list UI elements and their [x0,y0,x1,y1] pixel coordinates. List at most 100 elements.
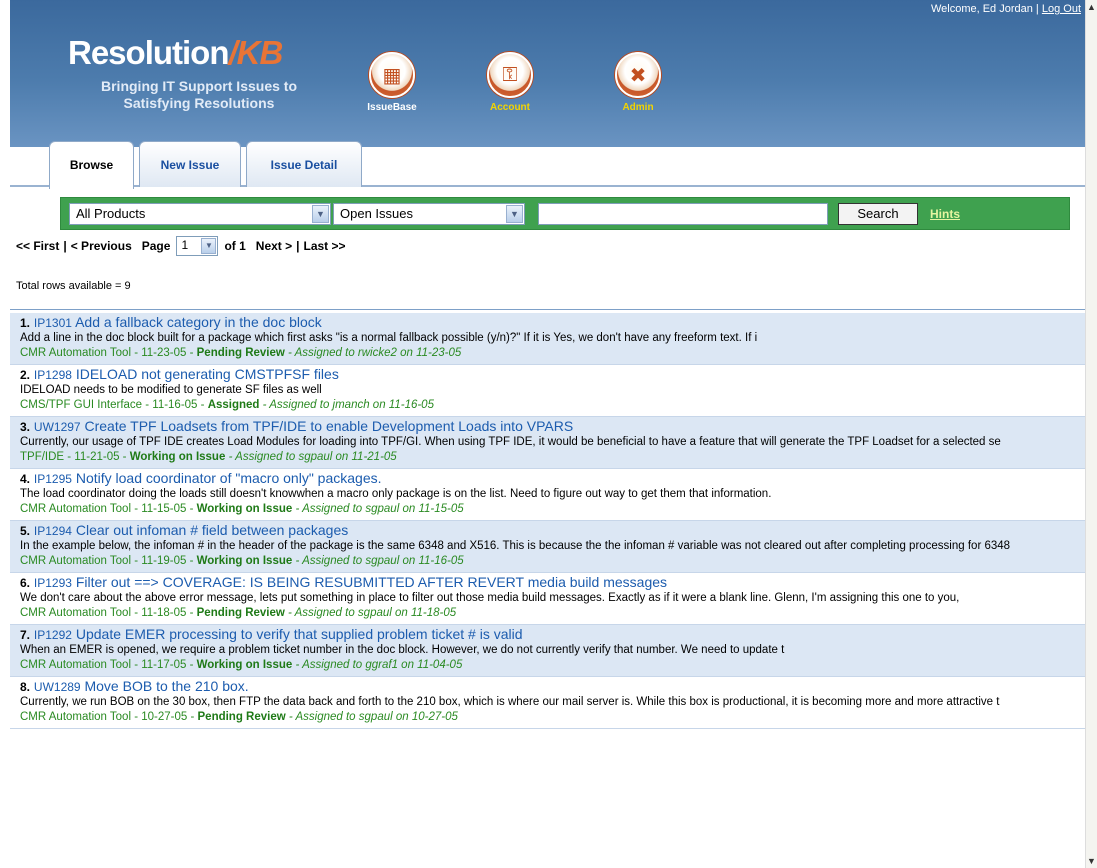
status-select-value: Open Issues [340,206,413,221]
issue-id-link[interactable]: UW1289 [34,680,81,694]
search-input[interactable] [538,203,828,225]
nav-account[interactable]: ⚿ Account [455,52,565,113]
issue-number: 8. [20,680,31,694]
tab-issue-detail[interactable]: Issue Detail [246,141,362,187]
first-page-link[interactable]: << First [16,239,59,253]
status-badge: Working on Issue [196,555,293,567]
issue-number: 2. [20,368,31,382]
logo-accent: /KB [228,34,284,71]
app-logo[interactable]: Resolution/KB [68,34,284,72]
chevron-down-icon[interactable]: ▼ [312,205,329,223]
issue-description: When an EMER is opened, we require a pro… [20,644,785,656]
page-select-value: 1 [181,238,189,252]
issue-product-date: TPF/IDE - 11-21-05 - [20,451,127,463]
scroll-up-icon[interactable]: ▲ [1087,2,1096,12]
issue-summary-link[interactable]: Filter out ==> COVERAGE: IS BEING RESUBM… [76,574,667,590]
list-item: 1. IP1301 Add a fallback category in the… [10,313,1085,365]
page-select[interactable]: 1 ▼ [176,236,219,256]
issue-assignee: - Assigned to jmanch on 11-16-05 [262,399,434,411]
pagination: << First | < Previous Page 1 ▼ of 1 Next… [16,236,346,256]
issue-product-date: CMR Automation Tool - 10-27-05 - [20,711,195,723]
list-item: 2. IP1298 IDELOAD not generating CMSTPFS… [10,365,1085,417]
issue-meta: TPF/IDE - 11-21-05 - Working on Issue - … [20,450,1079,465]
issue-summary-link[interactable]: Move BOB to the 210 box. [84,678,248,694]
product-select[interactable]: All Products ▼ [69,203,331,225]
list-item: 5. IP1294 Clear out infoman # field betw… [10,521,1085,573]
list-divider [10,309,1085,310]
nav-account-label: Account [490,102,530,113]
issue-id-link[interactable]: IP1294 [34,524,72,538]
issue-summary-link[interactable]: Create TPF Loadsets from TPF/IDE to enab… [84,418,573,434]
status-select[interactable]: Open Issues ▼ [333,203,525,225]
issue-id-link[interactable]: IP1298 [34,368,72,382]
issue-meta: CMR Automation Tool - 11-18-05 - Pending… [20,606,1079,621]
chevron-down-icon[interactable]: ▼ [201,238,217,254]
issue-product-date: CMR Automation Tool - 11-23-05 - [20,347,194,359]
issue-meta: CMR Automation Tool - 10-27-05 - Pending… [20,710,1079,725]
search-button[interactable]: Search [838,203,918,225]
scroll-down-icon[interactable]: ▼ [1087,856,1096,866]
app-tagline: Bringing IT Support Issues to Satisfying… [101,78,297,111]
issue-summary-link[interactable]: IDELOAD not generating CMSTPFSF files [76,366,339,382]
list-item: 3. UW1297 Create TPF Loadsets from TPF/I… [10,417,1085,469]
nav-issuebase[interactable]: ▦ IssueBase [337,52,447,113]
status-badge: Working on Issue [196,659,293,671]
next-page-link[interactable]: Next > [256,239,292,253]
chevron-down-icon[interactable]: ▼ [506,205,523,223]
nav-issuebase-label: IssueBase [367,102,417,113]
issue-summary-link[interactable]: Notify load coordinator of "macro only" … [76,470,382,486]
issue-number: 7. [20,628,31,642]
search-bar: All Products ▼ Open Issues ▼ Search Hint… [60,197,1070,230]
issue-description: We don't care about the above error mess… [20,592,960,604]
previous-page-link[interactable]: < Previous [71,239,132,253]
issue-number: 3. [20,420,31,434]
issue-id-link[interactable]: IP1301 [34,316,72,330]
last-page-link[interactable]: Last >> [304,239,346,253]
issue-id-link[interactable]: IP1292 [34,628,72,642]
issue-meta: CMS/TPF GUI Interface - 11-16-05 - Assig… [20,398,1079,413]
list-item: 8. UW1289 Move BOB to the 210 box. Curre… [10,677,1085,729]
welcome-bar: Welcome, Ed Jordan | Log Out [931,3,1081,15]
issue-assignee: - Assigned to rwicke2 on 11-23-05 [288,347,462,359]
issue-meta: CMR Automation Tool - 11-15-05 - Working… [20,502,1079,517]
tab-new-issue[interactable]: New Issue [139,141,241,187]
list-item: 6. IP1293 Filter out ==> COVERAGE: IS BE… [10,573,1085,625]
issue-number: 5. [20,524,31,538]
admin-icon: ✖ [615,52,661,98]
status-badge: Pending Review [197,711,286,723]
nav-admin[interactable]: ✖ Admin [583,52,693,113]
issue-summary-link[interactable]: Clear out infoman # field between packag… [76,522,348,538]
tab-browse[interactable]: Browse [49,141,134,189]
issue-assignee: - Assigned to sgpaul on 10-27-05 [288,711,458,723]
issue-meta: CMR Automation Tool - 11-23-05 - Pending… [20,346,1079,361]
issue-description: In the example below, the infoman # in t… [20,540,1011,552]
hints-link[interactable]: Hints [930,207,960,221]
issue-description: Add a line in the doc block built for a … [20,332,758,344]
issue-id-link[interactable]: IP1293 [34,576,72,590]
logout-link[interactable]: Log Out [1042,3,1081,15]
issue-assignee: - Assigned to ggraf1 on 11-04-05 [295,659,463,671]
issue-description: Currently, our usage of TPF IDE creates … [20,436,1001,448]
page-label: Page [141,239,171,253]
issuebase-icon: ▦ [369,52,415,98]
list-item: 7. IP1292 Update EMER processing to veri… [10,625,1085,677]
issue-assignee: - Assigned to sgpaul on 11-18-05 [288,607,457,619]
total-rows: Total rows available = 9 [16,280,131,292]
logo-main: Resolution [68,34,229,71]
page-count: of 1 [224,239,246,253]
issue-summary-link[interactable]: Update EMER processing to verify that su… [76,626,523,642]
account-icon: ⚿ [487,52,533,98]
issue-number: 4. [20,472,31,486]
status-badge: Working on Issue [129,451,226,463]
issue-id-link[interactable]: IP1295 [34,472,72,486]
product-select-value: All Products [76,206,146,221]
issue-assignee: - Assigned to sgpaul on 11-16-05 [295,555,464,567]
issue-product-date: CMR Automation Tool - 11-19-05 - [20,555,194,567]
page-scrollbar[interactable]: ▲ ▼ [1085,0,1097,868]
issue-meta: CMR Automation Tool - 11-19-05 - Working… [20,554,1079,569]
welcome-text: Welcome, Ed Jordan | [930,3,1039,15]
issue-summary-link[interactable]: Add a fallback category in the doc block [75,314,322,330]
issue-description: The load coordinator doing the loads sti… [20,488,772,500]
issue-id-link[interactable]: UW1297 [34,420,81,434]
status-badge: Working on Issue [196,503,293,515]
